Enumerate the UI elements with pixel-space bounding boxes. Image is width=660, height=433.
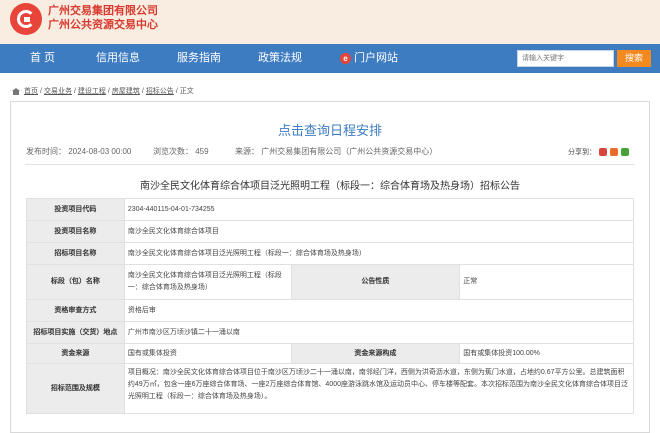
- value-cell: 南沙全民文化体育综合体项目泛光照明工程（标段一：综合体育场及热身场）: [123, 242, 635, 265]
- label-cell: 资金来源构成: [290, 343, 461, 364]
- brand-name[interactable]: 广州交易集团有限公司 广州公共资源交易中心: [48, 4, 158, 32]
- breadcrumb-current: 正文: [179, 88, 194, 95]
- share-bar: 分享到：: [568, 147, 629, 157]
- nav-item-credit[interactable]: 信用信息: [96, 44, 140, 73]
- label-cell: 招标项目实施（交货）地点: [26, 321, 125, 344]
- nav-item-home[interactable]: 首 页: [30, 44, 55, 73]
- table-row: 投资项目名称 南沙全民文化体育综合体项目: [26, 220, 635, 243]
- nav-item-portal[interactable]: e 门户网站: [340, 44, 398, 73]
- label-cell: 投资项目代码: [26, 198, 125, 221]
- share-wechat-icon[interactable]: [621, 148, 629, 156]
- view-count: 浏览次数： 459: [153, 147, 209, 156]
- share-weibo-icon[interactable]: [599, 148, 607, 156]
- value-cell: 资格后审: [123, 299, 635, 322]
- label-cell: 投资项目名称: [26, 220, 125, 243]
- breadcrumb-separator: /: [141, 87, 144, 95]
- value-cell: 广州市南沙区万顷沙镇二十一涌以南: [123, 321, 635, 344]
- label-cell: 招标范围及规模: [26, 363, 125, 414]
- label-cell: 资金来源: [26, 343, 125, 364]
- nav-item-portal-label: 门户网站: [354, 52, 398, 64]
- source: 来源： 广州交易集团有限公司（广州公共资源交易中心）: [235, 147, 438, 156]
- table-row: 招标项目实施（交货）地点 广州市南沙区万顷沙镇二十一涌以南: [26, 321, 635, 344]
- breadcrumb: 首页 / 交易业务 / 建设工程 / 房屋建筑 / 招标公告 / 正文: [12, 86, 194, 96]
- label-cell: 资格审查方式: [26, 299, 125, 322]
- page-title[interactable]: 点击查询日程安排: [0, 120, 660, 139]
- nav-item-service-guide[interactable]: 服务指南: [177, 44, 221, 73]
- value-cell: 南沙全民文化体育综合体项目泛光照明工程（标段一：综合体育场及热身场）: [123, 264, 292, 300]
- share-qzone-icon[interactable]: [610, 148, 618, 156]
- table-row: 招标项目名称 南沙全民文化体育综合体项目泛光照明工程（标段一：综合体育场及热身场…: [26, 242, 635, 265]
- portal-e-icon: e: [340, 53, 351, 64]
- divider: [25, 164, 635, 165]
- breadcrumb-separator: /: [73, 87, 76, 95]
- share-label: 分享到：: [568, 149, 596, 156]
- logo-icon[interactable]: [10, 3, 42, 35]
- value-cell: 国有或集体投资100.00%: [459, 343, 634, 364]
- breadcrumb-housing[interactable]: 房屋建筑: [112, 86, 140, 96]
- label-cell: 标段（包）名称: [26, 264, 125, 300]
- value-cell: 国有或集体投资: [123, 343, 292, 364]
- table-row: 招标范围及规模 项目概况：南沙全民文化体育综合体项目位于南沙区万顷沙二十一涌以南…: [26, 363, 635, 414]
- value-cell: 2304-440115-04-01-734255: [123, 198, 635, 221]
- home-icon: [12, 87, 20, 95]
- breadcrumb-separator: /: [40, 87, 42, 95]
- breadcrumb-separator: /: [175, 87, 178, 95]
- org-name-line2: 广州公共资源交易中心: [48, 19, 158, 31]
- search-input[interactable]: [517, 50, 614, 67]
- value-cell: 正常: [459, 264, 634, 300]
- breadcrumb-construction[interactable]: 建设工程: [78, 86, 106, 96]
- site-header: 广州交易集团有限公司 广州公共资源交易中心: [0, 0, 660, 44]
- breadcrumb-tender-notice[interactable]: 招标公告: [146, 86, 174, 96]
- org-name-line1: 广州交易集团有限公司: [48, 5, 158, 17]
- nav-item-policy[interactable]: 政策法规: [258, 44, 302, 73]
- notice-title: 南沙全民文化体育综合体项目泛光照明工程（标段一：综合体育场及热身场）招标公告: [140, 181, 520, 192]
- search-button[interactable]: 搜索: [617, 50, 651, 67]
- label-cell: 招标项目名称: [26, 242, 125, 265]
- publish-time: 发布时间： 2024-08-03 00:00: [26, 147, 132, 156]
- breadcrumb-home[interactable]: 首页: [24, 86, 38, 96]
- breadcrumb-separator: /: [107, 87, 110, 95]
- table-row: 投资项目代码 2304-440115-04-01-734255: [26, 198, 635, 221]
- project-info-table: 投资项目代码 2304-440115-04-01-734255 投资项目名称 南…: [26, 198, 635, 414]
- label-cell: 公告性质: [290, 264, 461, 300]
- value-cell: 南沙全民文化体育综合体项目: [123, 220, 635, 243]
- table-row: 资格审查方式 资格后审: [26, 299, 635, 322]
- breadcrumb-trading[interactable]: 交易业务: [44, 86, 72, 96]
- table-row: 标段（包）名称 南沙全民文化体育综合体项目泛光照明工程（标段一：综合体育场及热身…: [26, 264, 634, 300]
- table-row: 资金来源 国有或集体投资 资金来源构成 国有或集体投资100.00%: [26, 343, 634, 364]
- value-cell: 项目概况：南沙全民文化体育综合体项目位于南沙区万顷沙二十一涌以南，南邻经门洋，西…: [123, 363, 635, 414]
